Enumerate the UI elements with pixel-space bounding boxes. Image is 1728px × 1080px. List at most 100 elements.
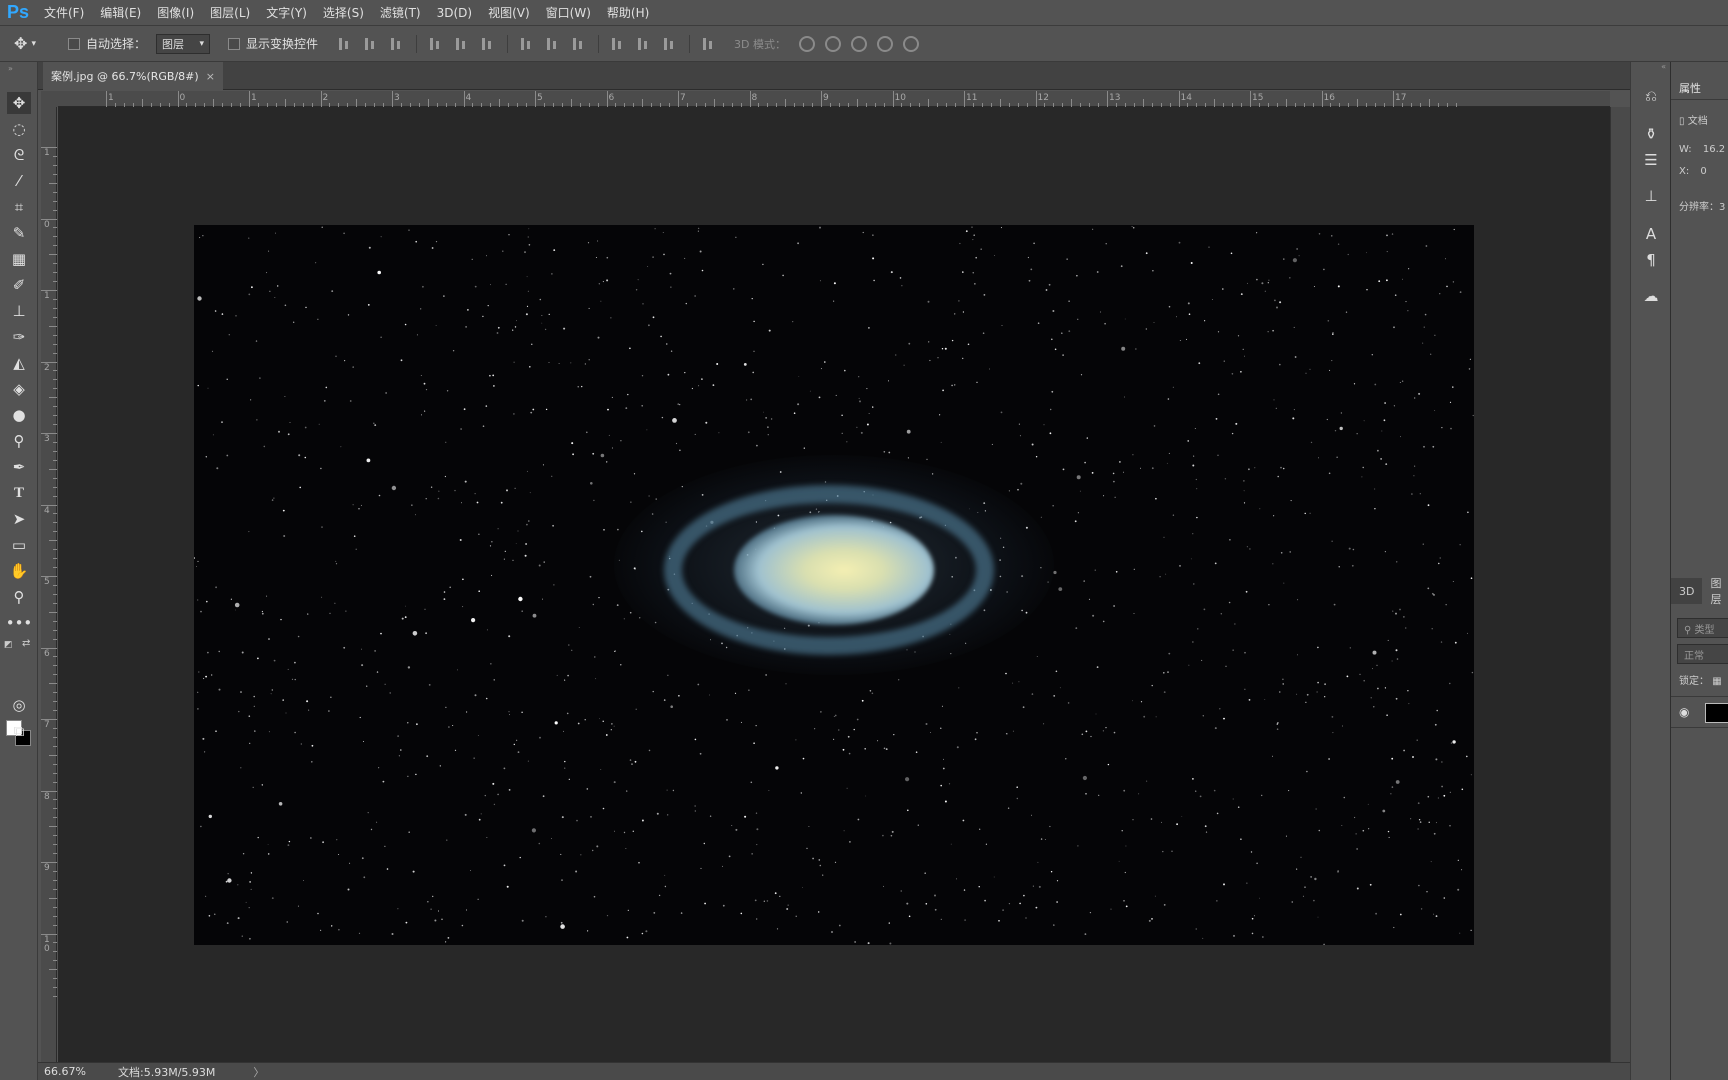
blur-tool-icon[interactable]: ●: [7, 404, 31, 426]
canvas-area[interactable]: [58, 107, 1610, 1062]
vertical-scrollbar[interactable]: [1610, 107, 1630, 1062]
adjustments-icon[interactable]: ☰: [1641, 150, 1661, 170]
align-hcenter-icon[interactable]: [454, 36, 470, 52]
clone-source-icon[interactable]: ⊥: [1641, 186, 1661, 206]
layer-filter-input[interactable]: ⚲ 类型: [1677, 618, 1728, 638]
tab-3d[interactable]: 3D: [1671, 585, 1702, 598]
distribute-bottom-icon[interactable]: [571, 36, 587, 52]
healing-brush-tool-icon[interactable]: ▦: [7, 248, 31, 270]
dodge-tool-icon[interactable]: ⚲: [7, 430, 31, 452]
libraries-icon[interactable]: ☁: [1641, 286, 1661, 306]
menu-item-10[interactable]: 帮助(H): [599, 0, 657, 26]
menu-item-5[interactable]: 选择(S): [315, 0, 372, 26]
star: [382, 780, 385, 783]
roll-3d-icon[interactable]: [825, 35, 841, 52]
artwork-galaxy-image[interactable]: [194, 225, 1474, 945]
layer-row[interactable]: ◉: [1671, 696, 1728, 728]
document-tab[interactable]: 案例.jpg @ 66.7%(RGB/8#) ×: [43, 62, 223, 90]
type-tool-icon[interactable]: T: [7, 482, 31, 504]
star: [287, 844, 290, 846]
paragraph-icon[interactable]: ¶: [1641, 250, 1661, 270]
orbit-3d-icon[interactable]: [799, 35, 815, 52]
blend-mode-select[interactable]: 正常: [1677, 644, 1728, 664]
distribute-right-icon[interactable]: [662, 36, 678, 52]
width-value[interactable]: 16.2: [1703, 144, 1725, 155]
auto-select-checkbox[interactable]: [68, 37, 80, 50]
horizontal-ruler[interactable]: 1 0 1 2 3 4 5 6 7 8 9 10 11 12 13 14 15 16 17: [58, 91, 1610, 107]
eraser-tool-icon[interactable]: ◭: [7, 352, 31, 374]
menu-item-9[interactable]: 窗口(W): [538, 0, 599, 26]
tab-properties[interactable]: 属性: [1671, 74, 1728, 100]
star: [548, 313, 550, 315]
ruler-minor-tick: [53, 272, 57, 274]
collapse-icon[interactable]: «: [1661, 62, 1666, 71]
brush-tool-icon[interactable]: ✐: [7, 274, 31, 296]
tab-layers[interactable]: 图层: [1702, 575, 1728, 607]
align-left-icon[interactable]: [428, 36, 444, 52]
distribute-hcenter-icon[interactable]: [636, 36, 652, 52]
star: [652, 316, 655, 319]
align-bottom-icon[interactable]: [389, 36, 405, 52]
move-tool-preset-picker[interactable]: ✥ ▾: [0, 34, 50, 53]
align-vcenter-icon[interactable]: [363, 36, 379, 52]
rectangle-tool-icon[interactable]: ▭: [7, 534, 31, 556]
menu-item-2[interactable]: 图像(I): [149, 0, 202, 26]
menu-item-3[interactable]: 图层(L): [202, 0, 258, 26]
more-tools-icon[interactable]: •••: [6, 612, 33, 634]
auto-select-dropdown[interactable]: 图层 ▾: [156, 33, 211, 54]
visibility-eye-icon[interactable]: ◉: [1679, 705, 1689, 719]
x-value[interactable]: 0: [1700, 166, 1706, 177]
align-right-icon[interactable]: [480, 36, 496, 52]
menu-item-0[interactable]: 文件(F): [36, 0, 92, 26]
zoom-level[interactable]: 66.67%: [38, 1065, 118, 1078]
hand-tool-icon[interactable]: ✋: [7, 560, 31, 582]
menu-item-8[interactable]: 视图(V): [480, 0, 538, 26]
close-icon[interactable]: ×: [206, 70, 215, 83]
collapse-icon[interactable]: »: [8, 64, 13, 73]
quick-mask-icon[interactable]: ◎: [7, 694, 31, 716]
pen-tool-icon[interactable]: ✒: [7, 456, 31, 478]
character-icon[interactable]: A: [1641, 224, 1661, 244]
pan-3d-icon[interactable]: [851, 35, 867, 52]
auto-align-icon[interactable]: [701, 36, 717, 52]
star: [1092, 228, 1094, 230]
marquee-tool-icon[interactable]: ◌: [7, 118, 31, 140]
default-colors-icon[interactable]: ◩: [4, 640, 13, 650]
star: [948, 783, 951, 785]
menu-item-4[interactable]: 文字(Y): [258, 0, 315, 26]
brush-presets-icon[interactable]: ⚱: [1641, 124, 1661, 144]
history-brush-tool-icon[interactable]: ✑: [7, 326, 31, 348]
show-transform-checkbox[interactable]: [228, 37, 241, 50]
eyedropper-tool-icon[interactable]: ✎: [7, 222, 31, 244]
paint-bucket-tool-icon[interactable]: ◈: [7, 378, 31, 400]
star: [856, 426, 858, 428]
crop-tool-icon[interactable]: ⌗: [7, 196, 31, 218]
path-selection-tool-icon[interactable]: ➤: [7, 508, 31, 530]
swap-colors-icon[interactable]: ⇄: [22, 638, 30, 649]
status-menu-arrow[interactable]: 〉: [253, 1064, 264, 1080]
ruler-origin[interactable]: [41, 91, 58, 107]
lock-transparent-icon[interactable]: ▦: [1712, 676, 1721, 687]
zoom-tool-icon[interactable]: ⚲: [7, 586, 31, 608]
star: [989, 368, 990, 370]
distribute-left-icon[interactable]: [610, 36, 626, 52]
scale-3d-icon[interactable]: [903, 35, 919, 52]
distribute-top-icon[interactable]: [519, 36, 535, 52]
menu-item-7[interactable]: 3D(D): [429, 0, 480, 26]
align-top-icon[interactable]: [337, 36, 353, 52]
menu-item-1[interactable]: 编辑(E): [92, 0, 149, 26]
slide-3d-icon[interactable]: [877, 35, 893, 52]
star: [360, 504, 362, 506]
star: [271, 897, 274, 899]
screen-mode-icon[interactable]: ⧉: [7, 720, 31, 742]
menu-item-6[interactable]: 滤镜(T): [372, 0, 429, 26]
magic-wand-tool-icon[interactable]: ⁄: [7, 170, 31, 192]
lasso-tool-icon[interactable]: ᘓ: [7, 144, 31, 166]
move-tool-icon[interactable]: ✥: [7, 92, 31, 114]
distribute-vcenter-icon[interactable]: [545, 36, 561, 52]
star: [1452, 740, 1456, 744]
history-icon[interactable]: ⎌: [1641, 86, 1661, 106]
vertical-ruler[interactable]: 101234567891 0: [41, 107, 57, 1062]
clone-stamp-tool-icon[interactable]: ⊥: [7, 300, 31, 322]
star: [616, 604, 619, 606]
